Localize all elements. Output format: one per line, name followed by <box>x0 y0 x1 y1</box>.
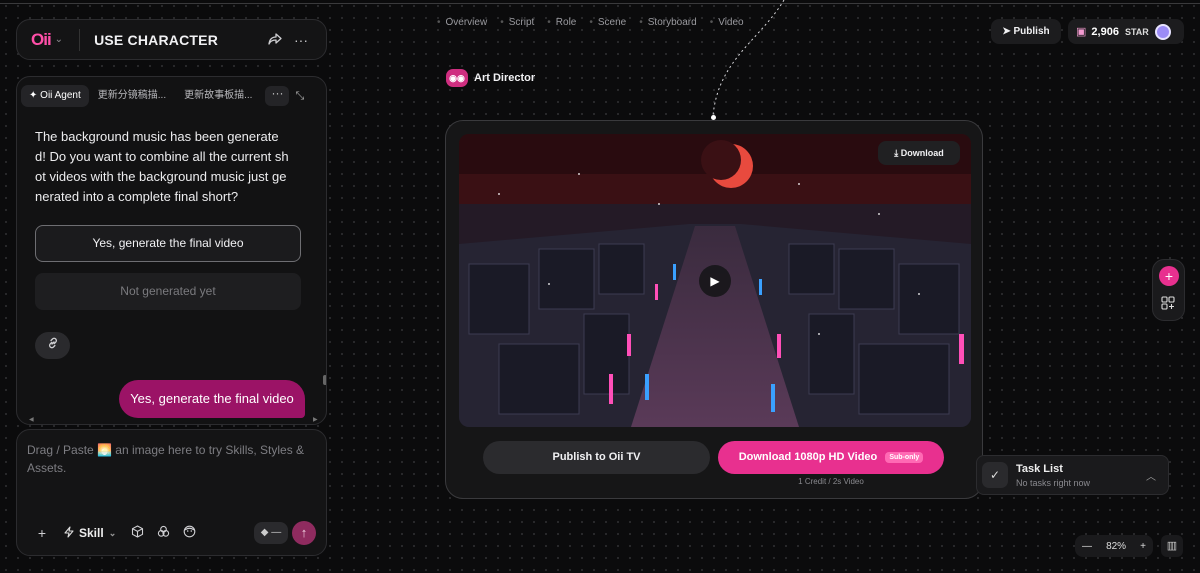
step-label: Overview <box>445 17 488 28</box>
character-icon[interactable] <box>176 525 202 541</box>
skill-dropdown[interactable]: Skill ⌄ <box>63 525 117 541</box>
link-icon[interactable] <box>35 332 70 359</box>
cube-icon[interactable] <box>124 525 150 541</box>
task-text: Task List No tasks right now <box>1016 463 1146 488</box>
scroll-right-icon[interactable]: ▶ <box>313 416 318 423</box>
step-dot: • <box>547 17 551 28</box>
art-director-icon: ◉◉ <box>446 69 468 87</box>
credit-value: — <box>271 527 282 538</box>
input-toolbar: + Skill ⌄ ◆ — ↑ <box>29 521 316 545</box>
node-label[interactable]: ◉◉ Art Director <box>446 69 535 87</box>
publish-label: Publish <box>1013 26 1050 37</box>
zoom-control: — 82% + <box>1075 535 1153 557</box>
top-border <box>0 3 1200 4</box>
step-dot: • <box>500 17 504 28</box>
project-title: USE CHARACTER <box>94 31 219 48</box>
scroll-left-icon[interactable]: ◀ <box>29 416 34 423</box>
send-button[interactable]: ↑ <box>292 521 316 545</box>
app-logo[interactable]: Oii <box>31 30 52 50</box>
step-label: Role <box>555 17 577 28</box>
zoom-out-icon[interactable]: — <box>1082 541 1092 552</box>
connector-line <box>712 0 785 117</box>
card-actions: Publish to Oii TV Download 1080p HD Vide… <box>483 441 944 474</box>
layout-icon[interactable] <box>1161 296 1175 313</box>
chevron-down-icon[interactable]: ⌄ <box>55 34 63 45</box>
styles-icon[interactable] <box>150 525 176 541</box>
task-title: Task List <box>1016 462 1063 475</box>
tab-oii-agent[interactable]: ✦ Oii Agent <box>21 85 89 107</box>
node-label-text: Art Director <box>474 72 536 84</box>
chevron-down-icon: ⌄ <box>108 527 117 538</box>
share-icon[interactable] <box>262 32 288 48</box>
video-preview[interactable]: ⤓ Download ▶ <box>459 134 971 427</box>
chat-panel: ✦ Oii Agent 更新分镜稿描... 更新故事板描... ··· ⤡ Th… <box>16 76 327 425</box>
prompt-input-panel[interactable]: Drag / Paste 🌅 an image here to try Skil… <box>16 429 327 556</box>
tab-storyboard-draft[interactable]: 更新分镜稿描... <box>89 85 175 107</box>
map-icon[interactable]: ▥ <box>1161 535 1183 557</box>
download-icon: ⤓ <box>894 148 899 158</box>
step-label: Scene <box>597 17 627 28</box>
step-dot: • <box>639 17 643 28</box>
credit-selector[interactable]: ◆ — <box>254 522 288 544</box>
not-generated-button: Not generated yet <box>35 273 301 310</box>
prompt-input[interactable]: Drag / Paste 🌅 an image here to try Skil… <box>17 430 326 477</box>
pin-icon: ✦ <box>29 90 38 101</box>
skill-label: Skill <box>79 526 104 540</box>
star-coin-icon: ▣ <box>1076 26 1087 38</box>
credit-note: 1 Credit / 2s Video <box>798 477 864 486</box>
step-label: Storyboard <box>647 17 697 28</box>
step-label: Script <box>508 17 535 28</box>
check-icon: ✓ <box>982 462 1008 488</box>
user-message: Yes, generate the final video <box>119 380 305 418</box>
step-overview[interactable]: • Overview <box>437 17 487 28</box>
step-script[interactable]: • Script <box>500 17 534 28</box>
zoom-level: 82% <box>1106 540 1127 552</box>
collapse-icon[interactable]: ⤡ <box>295 90 304 103</box>
play-icon[interactable]: ▶ <box>699 265 731 297</box>
task-list-panel[interactable]: ✓ Task List No tasks right now ︿ <box>976 455 1169 495</box>
video-node-card[interactable]: ⤓ Download ▶ Publish to Oii TV Download … <box>445 120 983 499</box>
publish-to-tv-button[interactable]: Publish to Oii TV <box>483 441 710 474</box>
step-role[interactable]: • Role <box>547 17 576 28</box>
header-divider <box>79 28 81 51</box>
step-storyboard[interactable]: • Storyboard <box>639 17 696 28</box>
chat-tabs: ✦ Oii Agent 更新分镜稿描... 更新故事板描... ··· ⤡ <box>21 81 320 111</box>
step-dot: • <box>589 17 593 28</box>
chevron-up-icon[interactable]: ︿ <box>1146 468 1156 483</box>
star-label: STAR <box>1124 26 1149 37</box>
lightning-icon <box>63 525 75 541</box>
publish-button[interactable]: ➤ Publish <box>991 19 1061 44</box>
zoom-in-icon[interactable]: + <box>1140 541 1146 552</box>
project-header: Oii ⌄ USE CHARACTER ··· <box>16 19 327 60</box>
tab-label: Oii Agent <box>40 90 81 101</box>
coin-icon: ◆ <box>260 527 269 538</box>
video-download-button[interactable]: ⤓ Download <box>878 141 960 165</box>
download-label: Download <box>900 148 944 158</box>
download-hd-label: Download 1080p HD Video <box>738 451 878 463</box>
add-node-button[interactable]: + <box>1159 266 1179 286</box>
more-icon[interactable]: ··· <box>288 32 314 48</box>
step-scene[interactable]: • Scene <box>589 17 626 28</box>
scrollbar-thumb[interactable] <box>323 375 326 385</box>
add-icon[interactable]: + <box>29 525 55 541</box>
download-hd-button[interactable]: Download 1080p HD Video Sub-only <box>718 441 944 474</box>
tab-storyboard-desc[interactable]: 更新故事板描... <box>175 85 261 107</box>
star-balance[interactable]: ▣ 2,906 STAR <box>1068 19 1184 44</box>
user-avatar[interactable] <box>1154 23 1171 40</box>
star-count: 2,906 <box>1091 25 1119 38</box>
task-subtitle: No tasks right now <box>1016 477 1091 488</box>
generate-final-video-button[interactable]: Yes, generate the final video <box>35 225 301 262</box>
sub-only-badge: Sub-only <box>885 452 924 463</box>
send-icon: ➤ <box>1002 26 1011 37</box>
canvas-tools: + <box>1152 259 1185 321</box>
tabs-more-icon[interactable]: ··· <box>265 86 290 106</box>
assistant-message: The background music has been generated!… <box>35 129 289 204</box>
step-dot: • <box>437 17 441 28</box>
